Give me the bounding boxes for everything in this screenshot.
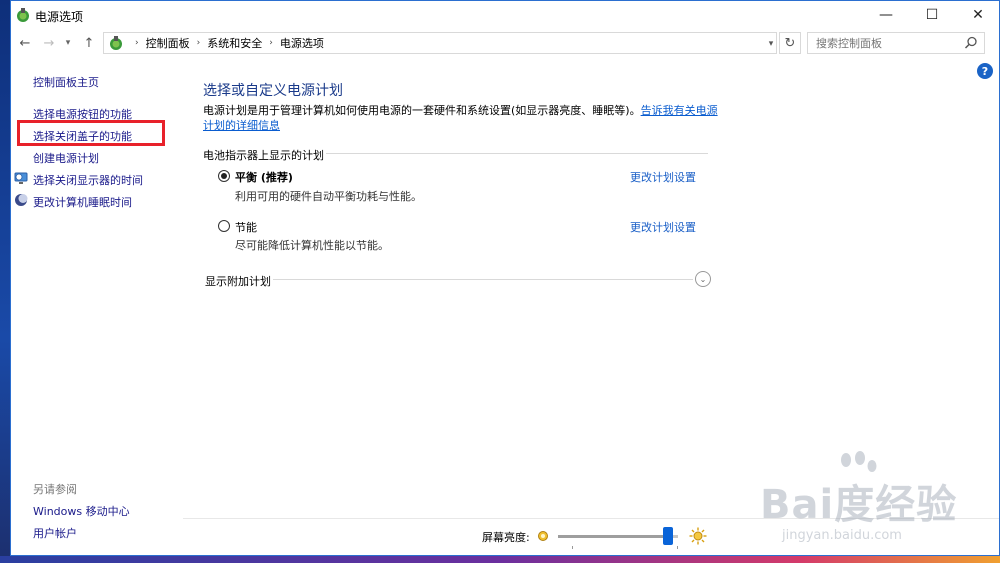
chevron-down-icon[interactable]: ⌄ [695,271,711,287]
plan-saver-description: 尽可能降低计算机性能以节能。 [235,239,389,252]
sidebar-item-sleep-time[interactable]: 更改计算机睡眠时间 [33,194,132,210]
maximize-button[interactable]: ☐ [909,1,955,29]
extra-plans-divider [273,279,693,280]
sidebar: 控制面板主页 选择电源按钮的功能 选择关闭盖子的功能 创建电源计划 选择关闭显示… [11,57,183,555]
address-dropdown[interactable]: ▾ [764,36,778,52]
see-also-heading: 另请参阅 [33,483,77,496]
power-options-icon [110,36,122,50]
taskbar-edge [0,556,1000,563]
sidebar-item-display-off[interactable]: 选择关闭显示器的时间 [33,172,143,188]
page-description: 电源计划是用于管理计算机如何使用电源的一套硬件和系统设置(如显示器亮度、睡眠等)… [203,103,723,133]
plan-balanced-radio[interactable] [218,170,230,182]
close-button[interactable]: ✕ [955,1,1000,29]
address-bar[interactable]: › 控制面板 › 系统和安全 › 电源选项 ▾ [103,32,777,54]
extra-plans-heading[interactable]: 显示附加计划 [205,273,271,289]
brightness-slider-thumb[interactable] [663,527,674,545]
plan-balanced-description: 利用可用的硬件自动平衡功耗与性能。 [235,190,422,203]
up-button[interactable]: ↑ [79,33,99,53]
breadcrumb-separator[interactable]: › [269,38,273,48]
title-bar[interactable]: 电源选项 — ☐ ✕ [11,1,999,29]
search-icon[interactable] [964,36,978,50]
brightness-low-icon [538,531,548,541]
desktop-background [0,0,10,563]
breadcrumb-separator[interactable]: › [197,38,201,48]
search-input[interactable] [808,33,958,53]
brightness-slider-fill [558,535,669,538]
power-options-icon [17,8,29,22]
watermark-text: Bai度经验 [760,482,958,528]
brightness-label: 屏幕亮度: [482,531,530,544]
navigation-bar: ← → ▾ ↑ › 控制面板 › 系统和安全 › 电源选项 ▾ ↻ [11,29,999,57]
breadcrumb-system-security[interactable]: 系统和安全 [207,35,262,51]
brightness-slider-track[interactable] [558,535,678,538]
section-heading: 电池指示器上显示的计划 [203,149,324,162]
breadcrumb: › 控制面板 › 系统和安全 › 电源选项 [128,33,324,53]
main-content: 选择或自定义电源计划 电源计划是用于管理计算机如何使用电源的一套硬件和系统设置(… [183,57,999,517]
moon-sleep-icon [15,194,28,206]
breadcrumb-power-options[interactable]: 电源选项 [280,35,324,51]
back-button[interactable]: ← [15,33,35,53]
breadcrumb-separator: › [135,38,139,48]
sidebar-item-control-panel-home[interactable]: 控制面板主页 [33,74,99,90]
search-box[interactable] [807,32,985,54]
minimize-button[interactable]: — [863,1,909,29]
sidebar-item-user-accounts[interactable]: 用户帐户 [33,525,77,541]
plan-balanced-name[interactable]: 平衡 (推荐) [235,169,293,185]
window-title: 电源选项 [35,10,84,24]
slider-tick [677,546,678,549]
forward-button[interactable]: → [39,33,59,53]
plan-saver-radio[interactable] [218,220,230,232]
description-text: 电源计划是用于管理计算机如何使用电源的一套硬件和系统设置(如显示器亮度、睡眠等)… [203,104,641,117]
section-divider [326,153,708,154]
slider-tick [572,546,573,549]
page-title: 选择或自定义电源计划 [203,83,343,99]
plan-saver-name[interactable]: 节能 [235,219,257,235]
watermark-url: jingyan.baidu.com [782,528,902,543]
sidebar-item-create-plan[interactable]: 创建电源计划 [33,150,99,166]
recent-locations-dropdown[interactable]: ▾ [61,33,75,53]
refresh-button[interactable]: ↻ [779,32,801,54]
monitor-clock-icon [14,172,28,184]
breadcrumb-control-panel[interactable]: 控制面板 [146,35,190,51]
plan-balanced-settings-link[interactable]: 更改计划设置 [630,169,696,185]
brightness-high-icon [689,527,707,545]
sidebar-item-mobility-center[interactable]: Windows 移动中心 [33,503,130,519]
baidu-watermark: Bai度经验 jingyan.baidu.com [760,450,990,555]
plan-saver-settings-link[interactable]: 更改计划设置 [630,219,696,235]
sidebar-item-lid-close[interactable]: 选择关闭盖子的功能 [33,128,132,144]
